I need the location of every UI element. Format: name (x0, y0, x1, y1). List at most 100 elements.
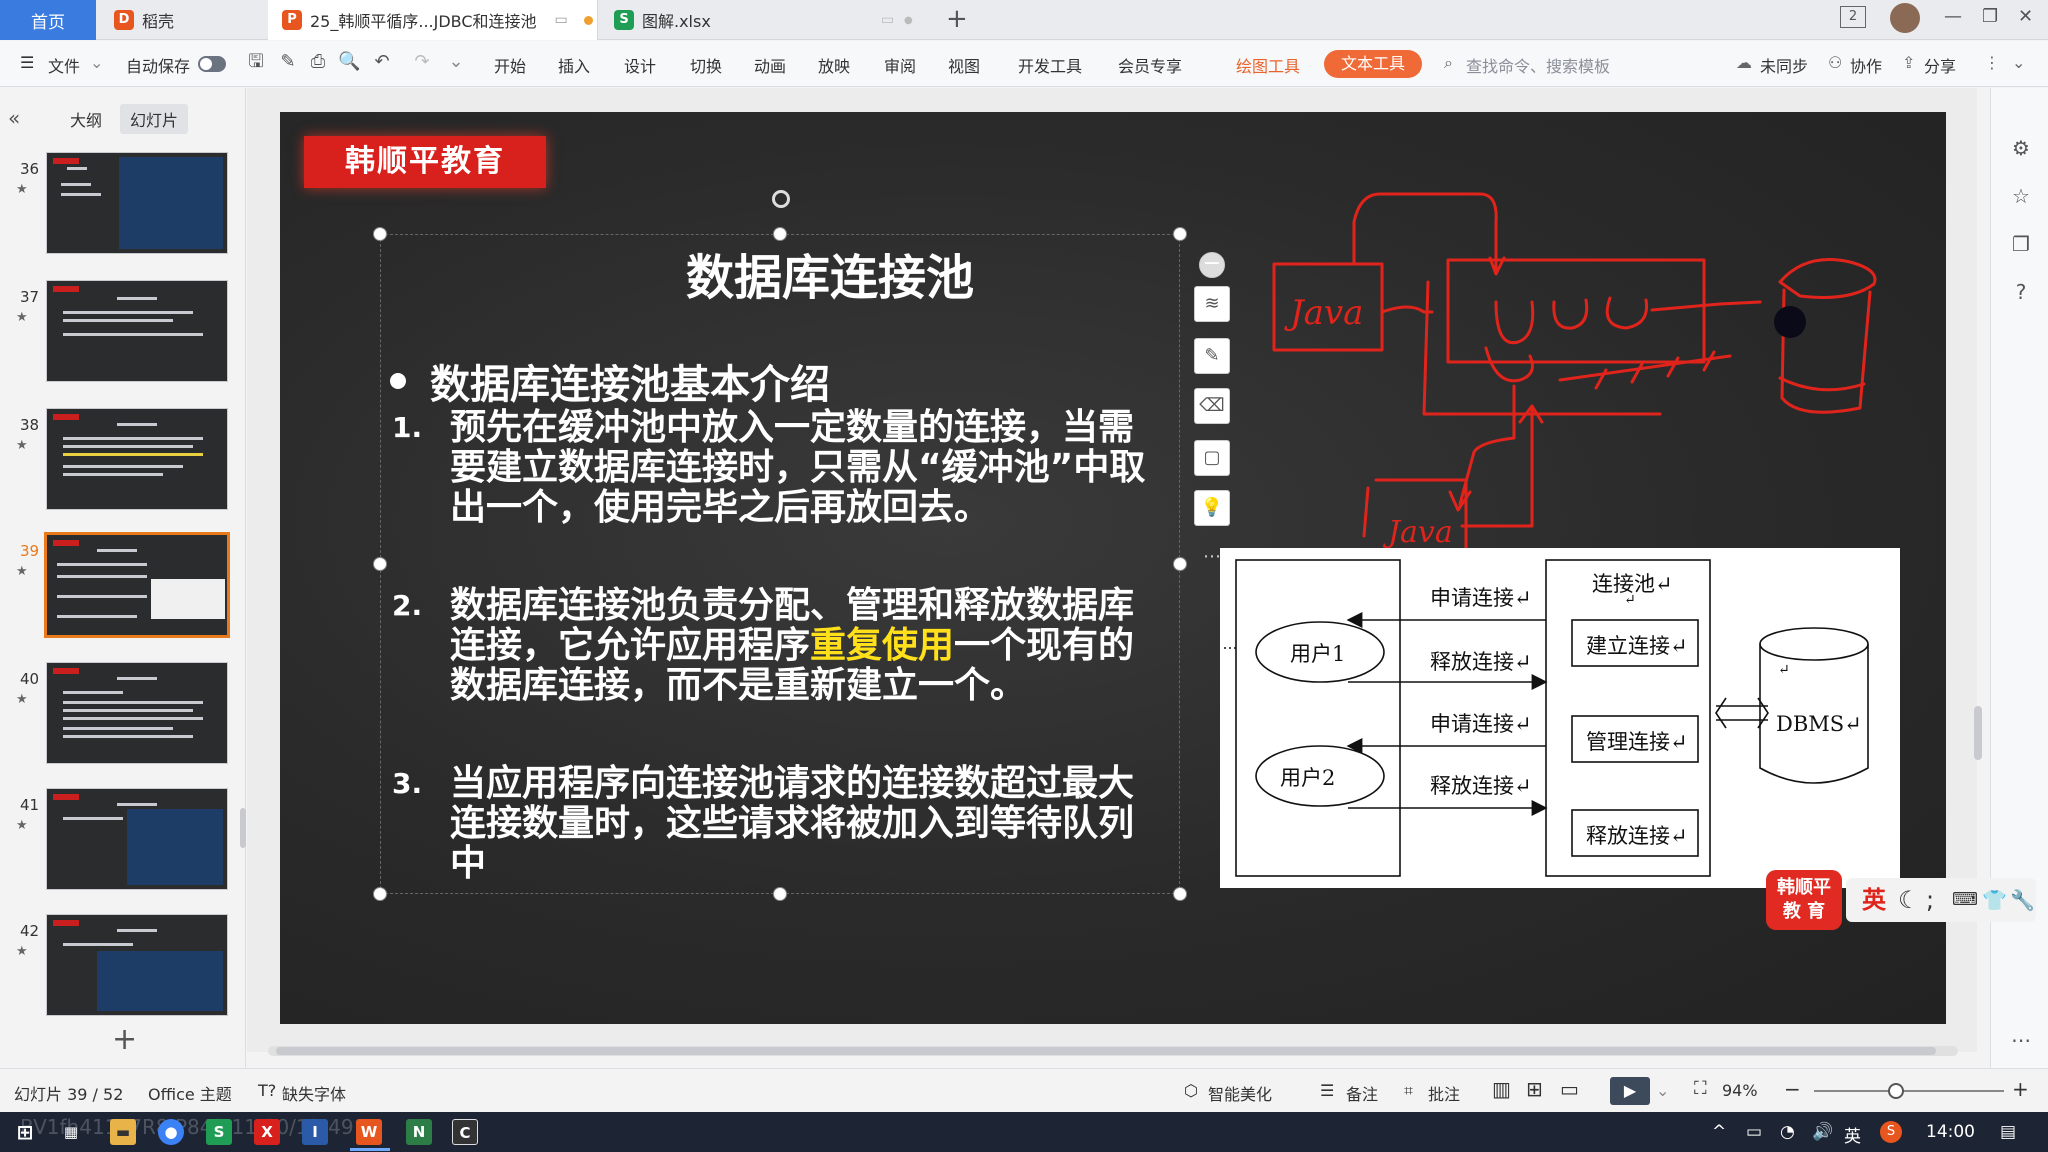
file-menu[interactable]: 文件 (48, 53, 80, 77)
collapse-panel-icon[interactable]: « (8, 106, 20, 130)
redo-icon[interactable]: ↷ (412, 52, 432, 72)
tab-home[interactable]: 首页 (0, 0, 96, 40)
tab-spreadsheet[interactable]: S 图解.xlsx ▭ ● (600, 0, 930, 40)
settings-sliders-icon[interactable]: ⚙ (2009, 136, 2033, 160)
tab-insert[interactable]: 插入 (558, 53, 590, 77)
chrome-icon[interactable]: ● (158, 1119, 184, 1145)
resize-handle[interactable] (773, 887, 787, 901)
rotate-handle[interactable] (772, 190, 790, 208)
customize-chevron-icon[interactable]: ⌄ (446, 52, 466, 72)
restore-icon[interactable]: ❐ (1982, 6, 1998, 27)
search-icon[interactable]: ⌕ (1444, 53, 1453, 73)
slide-thumbnail[interactable]: 36 ★ (0, 148, 246, 260)
xmind-icon[interactable]: X (254, 1119, 280, 1145)
resize-handle[interactable] (1173, 227, 1187, 241)
ime-toolbar[interactable]: 韩顺平 教 育 英 ☾ ; ⌨ 👕 🔧 (1766, 868, 2036, 932)
comment-button[interactable]: 批注 (1428, 1081, 1460, 1105)
normal-view-icon[interactable]: ▥ (1492, 1077, 1511, 1101)
volume-icon[interactable]: 🔊 (1812, 1122, 1833, 1142)
print-preview-icon[interactable]: 🔍 (338, 52, 360, 72)
collapse-ribbon-icon[interactable]: ⌄ (2012, 53, 2025, 72)
collaborate-button[interactable]: 协作 (1850, 53, 1882, 77)
pen-icon[interactable]: ✎ (1194, 338, 1230, 374)
skin-icon[interactable]: 👕 (1982, 878, 2007, 922)
ide-icon[interactable]: I (302, 1119, 328, 1145)
network-icon[interactable]: ◔ (1780, 1122, 1795, 1142)
tab-draw-tools[interactable]: 绘图工具 (1236, 53, 1300, 77)
sync-status[interactable]: 未同步 (1760, 53, 1808, 77)
autosave-toggle[interactable] (198, 56, 226, 72)
reading-view-icon[interactable]: ▭ (1560, 1077, 1579, 1101)
fit-window-icon[interactable]: ⛶ (1694, 1078, 1707, 1099)
battery-icon[interactable]: ▭ (1746, 1122, 1762, 1142)
tray-ime-language[interactable]: 英 (1844, 1122, 1861, 1147)
menu-icon[interactable]: ☰ (20, 53, 34, 72)
window-icon[interactable]: ▭ (555, 12, 568, 28)
clock[interactable]: 14:00 (1926, 1122, 1975, 1142)
tab-presentation[interactable]: P 25_韩顺平循序...JDBC和连接池 ▭ (268, 0, 598, 40)
save-icon[interactable]: 🖫 (246, 52, 266, 72)
beautify-button[interactable]: 智能美化 (1208, 1081, 1272, 1105)
resize-handle[interactable] (1173, 887, 1187, 901)
zoom-in-button[interactable]: + (2012, 1077, 2029, 1101)
tray-chevron-icon[interactable]: ^ (1712, 1122, 1726, 1142)
tools-icon[interactable]: 🔧 (2010, 878, 2035, 922)
format-painter-icon[interactable]: ✎ (278, 52, 298, 72)
tab-view[interactable]: 视图 (948, 53, 980, 77)
slide-thumbnail[interactable]: 42 ★ (0, 910, 246, 1022)
play-options-chevron-icon[interactable]: ⌄ (1656, 1081, 1669, 1100)
tab-devtools[interactable]: 开发工具 (1018, 53, 1082, 77)
star-icon[interactable]: ☆ (2009, 184, 2033, 208)
window-count-badge[interactable]: 2 (1840, 6, 1866, 28)
tab-daoke[interactable]: D 稻壳 (100, 0, 260, 40)
tab-start[interactable]: 开始 (494, 53, 526, 77)
notepad-icon[interactable]: N (406, 1119, 432, 1145)
zoom-level[interactable]: 94% (1722, 1081, 1758, 1100)
slide-thumbnail[interactable]: 41 ★ (0, 784, 246, 896)
copy-icon[interactable]: ❐ (2009, 232, 2033, 256)
tab-review[interactable]: 审阅 (884, 53, 916, 77)
zoom-out-button[interactable]: − (1784, 1077, 1801, 1101)
sorter-view-icon[interactable]: ⊞ (1526, 1077, 1543, 1101)
idea-icon[interactable]: 💡 (1194, 490, 1230, 526)
chevron-down-icon[interactable]: ⌄ (90, 53, 103, 72)
slide-thumbnail[interactable]: 40 ★ (0, 658, 246, 770)
notes-button[interactable]: 备注 (1346, 1081, 1378, 1105)
keyboard-icon[interactable]: ⌨ (1952, 878, 1978, 922)
share-button[interactable]: 分享 (1924, 53, 1956, 77)
resize-handle[interactable] (373, 887, 387, 901)
file-explorer-icon[interactable]: ▬ (110, 1119, 136, 1145)
zoom-slider[interactable] (1814, 1090, 2004, 1092)
spreadsheet-app-icon[interactable]: S (206, 1119, 232, 1145)
close-icon[interactable]: ✕ (2018, 6, 2033, 27)
tab-text-tools[interactable]: 文本工具 (1324, 50, 1422, 78)
layers-icon[interactable]: ≋ (1194, 286, 1230, 322)
tab-transition[interactable]: 切换 (690, 53, 722, 77)
eraser-icon[interactable]: ⌫ (1194, 388, 1230, 424)
play-slideshow-button[interactable]: ▶ (1610, 1077, 1650, 1105)
resize-handle[interactable] (373, 557, 387, 571)
add-slide-button[interactable]: + (112, 1022, 137, 1057)
tab-animation[interactable]: 动画 (754, 53, 786, 77)
wps-icon[interactable]: W (356, 1119, 382, 1145)
scrollbar-thumb[interactable] (1974, 706, 1982, 760)
panel-scrollbar[interactable] (240, 808, 246, 848)
window-icon[interactable]: ▭ (881, 12, 894, 28)
scrollbar-thumb[interactable] (276, 1047, 1936, 1055)
print-icon[interactable]: ⎙ (308, 52, 328, 72)
tab-slideshow[interactable]: 放映 (818, 53, 850, 77)
more-icon[interactable]: ⋯ (2009, 1028, 2033, 1052)
slide[interactable]: 韩顺平教育 数据库连接池 数据库连接池基本介绍 1. 预先在缓冲池中放入一定数量… (280, 112, 1946, 1024)
sogou-icon[interactable]: S (1880, 1121, 1902, 1143)
slide-thumbnail-selected[interactable]: 39 ★ (0, 530, 246, 642)
zoom-slider-knob[interactable] (1888, 1083, 1904, 1099)
slide-thumbnail[interactable]: 37 ★ (0, 276, 246, 388)
tab-outline[interactable]: 大纲 (60, 104, 112, 134)
frame-icon[interactable]: ▢ (1194, 440, 1230, 476)
ime-language[interactable]: 英 (1862, 878, 1886, 922)
resize-handle[interactable] (373, 227, 387, 241)
tab-member[interactable]: 会员专享 (1118, 53, 1182, 77)
missing-font-button[interactable]: 缺失字体 (282, 1081, 346, 1105)
help-icon[interactable]: ? (2009, 280, 2033, 304)
theme-name[interactable]: Office 主题 (148, 1081, 232, 1105)
